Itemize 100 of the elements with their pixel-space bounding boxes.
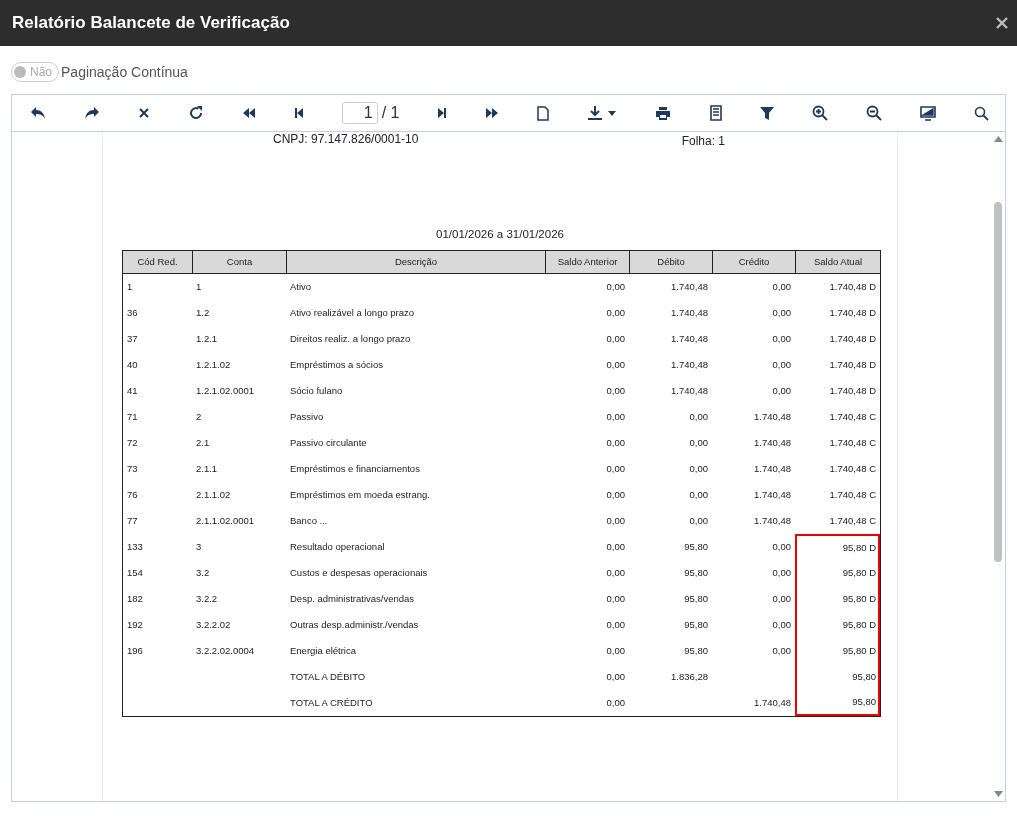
column-header: Saldo Anterior	[545, 251, 629, 273]
table-cell-text: 1.740,48	[670, 280, 709, 294]
table-cell-text: 1.740,48	[753, 436, 792, 450]
table-cell-text: 2.1.1.02	[195, 488, 232, 502]
table-cell: 95,80 D	[795, 612, 880, 638]
close-icon[interactable]	[137, 107, 150, 119]
table-cell-text: 3.2.2.02	[195, 618, 232, 632]
table-cell-text: 0,00	[771, 384, 792, 398]
table-cell-text: 1.740,48 C	[828, 488, 877, 502]
table-cell-text: 1.740,48 D	[828, 306, 877, 320]
table-cell-text: 95,80	[683, 540, 709, 554]
table-cell-text: Resultado operacional	[289, 540, 386, 554]
table-cell-text: 182	[126, 592, 144, 606]
table-cell-text: 0,00	[605, 670, 626, 684]
table-cell-text: 0,00	[688, 436, 709, 450]
table-cell-text: 0,00	[605, 358, 626, 372]
column-header: Descrição	[286, 251, 545, 273]
print-icon[interactable]	[655, 105, 672, 121]
table-cell-text: 1.2	[195, 306, 211, 320]
table-cell-text: TOTAL A DÉBITO	[289, 670, 367, 684]
column-header: Crédito	[712, 251, 795, 273]
monitor-icon[interactable]	[920, 105, 937, 121]
table-cell-text: 192	[126, 618, 144, 632]
table-cell-text: 3.2.2.02.0004	[195, 644, 256, 658]
table-cell-text: 0,00	[605, 384, 626, 398]
table-cell-text: 36	[126, 306, 139, 320]
last-page-icon[interactable]	[437, 108, 448, 118]
table-cell-text: 1.740,48	[753, 696, 792, 710]
book-icon[interactable]	[709, 105, 723, 121]
zoom-in-icon[interactable]	[812, 105, 829, 121]
column-header: Saldo Atual	[795, 251, 880, 273]
zoom-out-icon[interactable]	[866, 105, 883, 121]
table-cell-text: 0,00	[605, 436, 626, 450]
table-cell-text: 3	[195, 540, 203, 554]
column-header: Cód Red.	[136, 255, 179, 269]
table-cell-text: 77	[126, 514, 139, 528]
table-cell-text: 1.740,48	[753, 462, 792, 476]
table-cell-text: 0,00	[605, 644, 626, 658]
table-cell-text: 2.1.1.02.0001	[195, 514, 256, 528]
undo-icon[interactable]	[30, 106, 46, 120]
table-cell-text: 0,00	[771, 566, 792, 580]
table-cell-text: 1.740,48	[753, 410, 792, 424]
filter-icon[interactable]	[760, 105, 775, 121]
table-cell-text: 1.740,48	[670, 384, 709, 398]
table-cell-text: Banco ...	[289, 514, 329, 528]
table-cell-text: 1.740,48	[753, 488, 792, 502]
table-cell-text: 1.740,48	[670, 306, 709, 320]
column-header: Conta	[192, 251, 286, 273]
table-cell-text: Empréstimos em moeda estrang.	[289, 488, 431, 502]
table-cell-text: 1.740,48 C	[828, 410, 877, 424]
table-cell-text: 3.2	[195, 566, 211, 580]
table-cell-text: 1.740,48 D	[828, 280, 877, 294]
scroll-up-icon[interactable]	[993, 136, 1003, 142]
table-cell-text: Empréstimos e financiamentos	[289, 462, 421, 476]
table-cell-text: 1.740,48	[753, 514, 792, 528]
table-cell-text: 0,00	[605, 462, 626, 476]
table-cell-text: Passivo circulante	[289, 436, 368, 450]
table-cell: 95,80 D	[795, 638, 880, 664]
rewind-icon[interactable]	[241, 108, 256, 118]
scroll-down-icon[interactable]	[993, 791, 1003, 797]
redo-icon[interactable]	[83, 106, 100, 120]
table-cell-text: 0,00	[605, 488, 626, 502]
table-cell-text: 154	[126, 566, 144, 580]
table-cell-text: 0,00	[605, 592, 626, 606]
page-number-field[interactable]: 1	[341, 102, 378, 124]
table-cell-text: 95,80	[683, 566, 709, 580]
table-cell-text: Custos e despesas operacionais	[289, 566, 429, 580]
table-cell: 95,80 D	[795, 586, 880, 612]
document-icon[interactable]	[537, 105, 550, 121]
table-cell-text: 41	[126, 384, 139, 398]
report-period: 01/01/2026 a 31/01/2026	[435, 228, 565, 240]
company-id-text: CNPJ: 97.147.826/0001-10	[273, 132, 419, 148]
table-cell-text: Energia elétrica	[289, 644, 357, 658]
table-cell-text: 0,00	[605, 514, 626, 528]
table-cell: 95,80	[795, 690, 880, 716]
download-icon[interactable]	[587, 105, 618, 121]
table-cell-text: 0,00	[771, 618, 792, 632]
table-cell-text: 37	[126, 332, 139, 346]
table-cell-text: Ativo	[289, 280, 313, 294]
table-cell-text: 1.740,48 C	[828, 514, 877, 528]
table-cell-text: Passivo	[289, 410, 325, 424]
fast-forward-icon[interactable]	[485, 108, 500, 118]
table-cell-text: Direitos realiz. a longo prazo	[289, 332, 412, 346]
table-cell-text: Desp. administrativas/vendas	[289, 592, 416, 606]
search-icon[interactable]	[974, 105, 989, 121]
table-cell-text: 0,00	[688, 410, 709, 424]
table-cell-text: 95,80	[683, 644, 709, 658]
table-cell-text: 0,00	[605, 410, 626, 424]
table-cell-text: 1.740,48	[670, 332, 709, 346]
table-cell-text: Empréstimos a sócios	[289, 358, 384, 372]
scroll-thumb[interactable]	[994, 202, 1002, 562]
table-cell-text: 133	[126, 540, 144, 554]
table-cell-text: 0,00	[771, 280, 792, 294]
table-cell-text: 0,00	[771, 540, 792, 554]
refresh-icon[interactable]	[187, 105, 204, 121]
first-page-icon[interactable]	[293, 108, 304, 118]
close-icon[interactable]	[996, 17, 1008, 29]
table-cell-text: 1	[195, 280, 203, 294]
table-cell-text: 0,00	[771, 358, 792, 372]
table-cell-text: 76	[126, 488, 139, 502]
